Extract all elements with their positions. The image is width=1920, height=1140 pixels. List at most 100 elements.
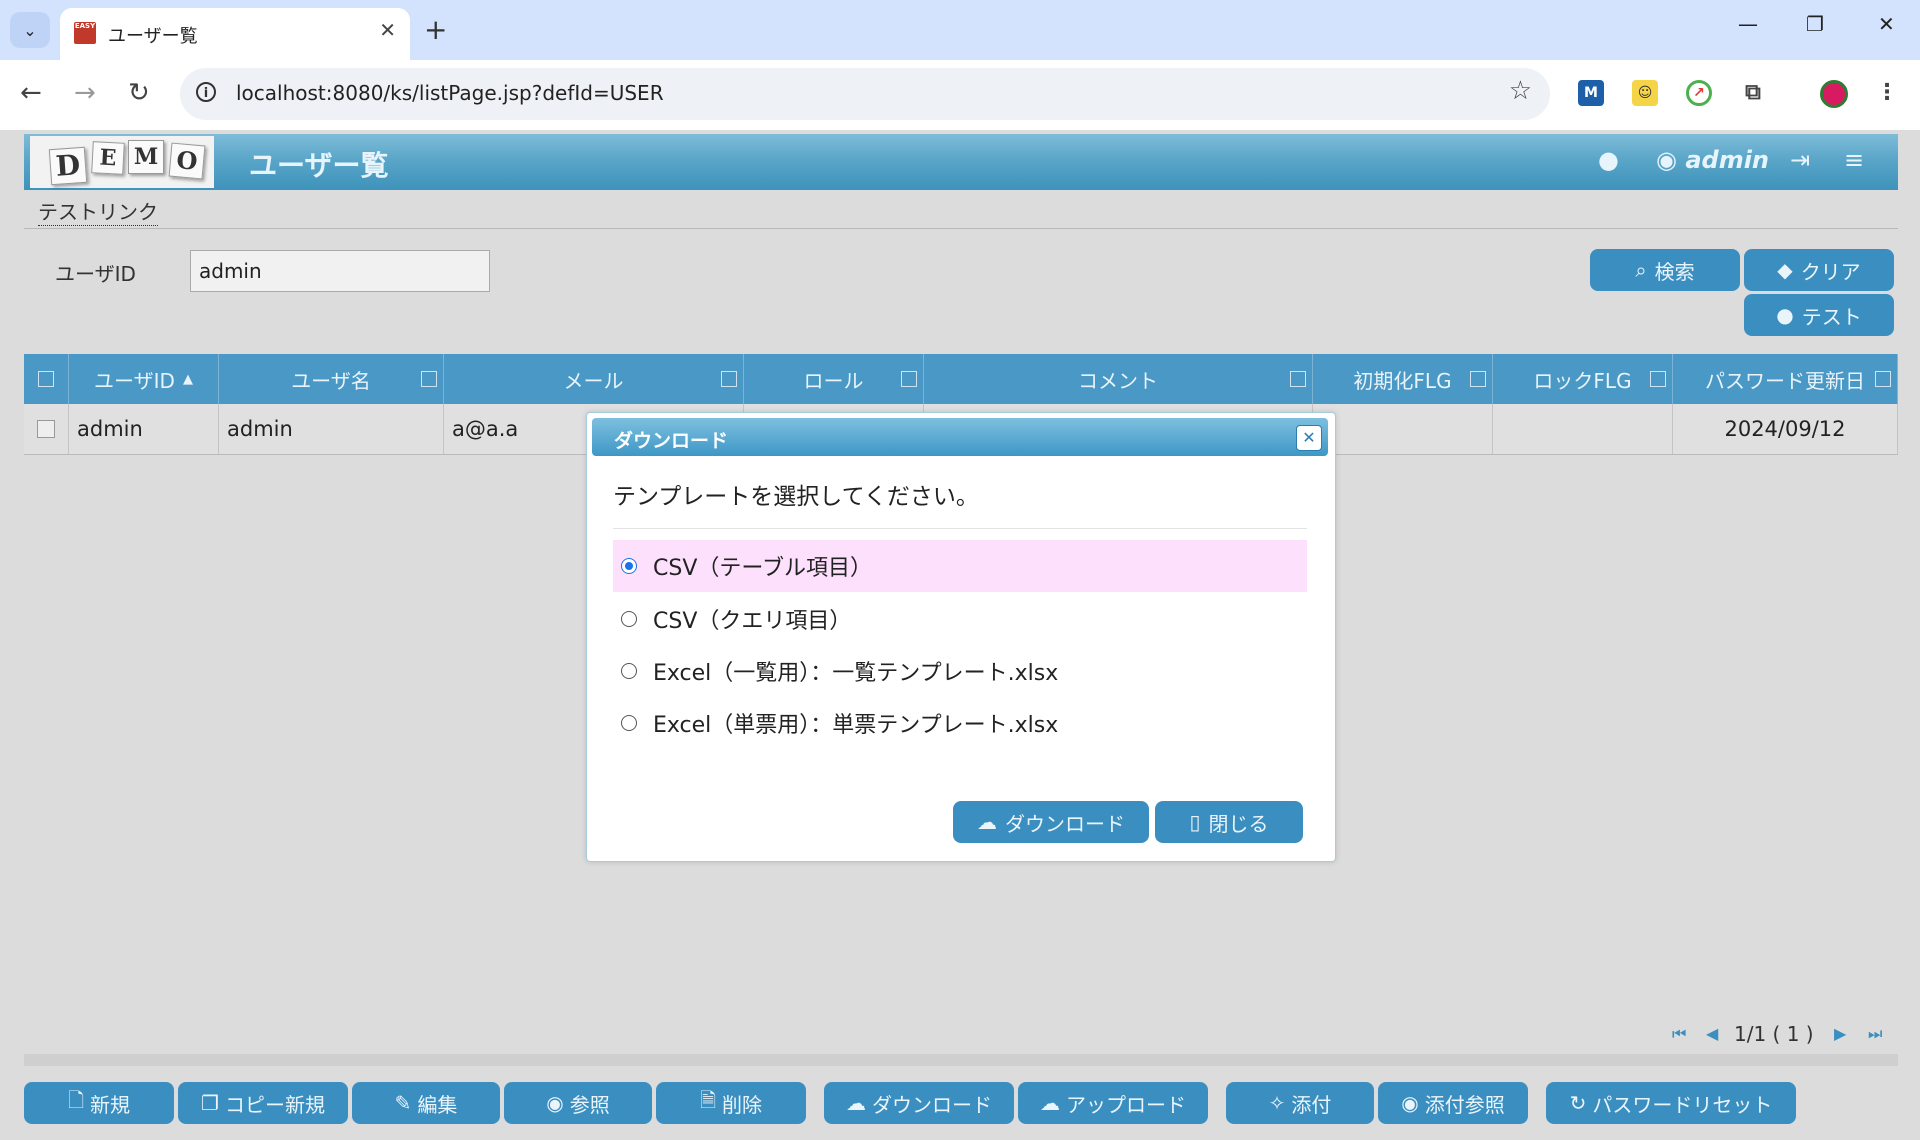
site-info-icon[interactable]: i	[196, 82, 216, 102]
copy-new-button[interactable]: ❐ コピー新規	[178, 1082, 348, 1124]
browser-tab[interactable]: EASY ユーザー覧 ✕	[60, 8, 410, 60]
password-reset-button[interactable]: ↻ パスワードリセット	[1546, 1082, 1796, 1124]
hamburger-menu-icon[interactable]: ≡	[1844, 146, 1864, 174]
door-icon: ▯	[1189, 810, 1201, 834]
next-page-icon[interactable]: ▶	[1834, 1024, 1846, 1043]
clear-button[interactable]: ◆ クリア	[1744, 249, 1894, 291]
template-option-excel-list[interactable]: Excel（一覧用）：一覧テンプレート.xlsx	[613, 645, 1307, 697]
new-tab-plus-icon[interactable]: +	[424, 12, 447, 48]
back-icon[interactable]: ←	[20, 78, 42, 108]
column-checkbox[interactable]	[901, 371, 917, 387]
tab-list-chevron-icon[interactable]: ⌄	[10, 12, 50, 48]
dialog-message: テンプレートを選択してください。	[613, 484, 979, 510]
extension-compass-icon[interactable]: ↗	[1686, 80, 1712, 106]
browser-toolbar: ← → ↻ i localhost:8080/ks/listPage.jsp?d…	[0, 60, 1920, 130]
copy-new-button-label: コピー新規	[224, 1092, 325, 1117]
cloud-upload-icon: ☁	[1040, 1091, 1060, 1115]
new-button[interactable]: 🗋 新規	[24, 1082, 174, 1124]
bookmark-star-icon[interactable]: ☆	[1509, 76, 1532, 106]
extension-m-icon[interactable]: M	[1578, 80, 1604, 106]
column-header-password-updated[interactable]: パスワード更新日	[1673, 354, 1898, 404]
column-label: 初期化FLG	[1353, 368, 1452, 393]
cell-init-flg	[1313, 404, 1493, 454]
reload-icon[interactable]: ↻	[128, 78, 150, 108]
column-header-lock-flg[interactable]: ロックFLG	[1493, 354, 1673, 404]
browser-tab-bar: ⌄ EASY ユーザー覧 ✕ + — ❐ ✕	[0, 0, 1920, 60]
horizontal-scrollbar[interactable]	[24, 1054, 1898, 1066]
dialog-download-button[interactable]: ☁ ダウンロード	[953, 801, 1149, 843]
user-menu[interactable]: ◉ admin	[1656, 146, 1769, 174]
dialog-title-bar[interactable]: ダウンロード ✕	[592, 418, 1328, 456]
extension-face-icon[interactable]: ☺	[1632, 80, 1658, 106]
logout-icon[interactable]: ⇥	[1790, 146, 1810, 174]
column-checkbox[interactable]	[1470, 371, 1486, 387]
column-header-init-flg[interactable]: 初期化FLG	[1313, 354, 1493, 404]
template-option-csv-table[interactable]: CSV（テーブル項目）	[613, 540, 1307, 592]
last-page-icon[interactable]: ⏭	[1868, 1024, 1882, 1044]
column-checkbox[interactable]	[1650, 371, 1666, 387]
search-button-label: 検索	[1654, 259, 1695, 284]
radio-button[interactable]	[621, 715, 637, 731]
attach-view-button-label: 添付参照	[1424, 1092, 1505, 1117]
column-checkbox[interactable]	[1290, 371, 1306, 387]
row-select-cell	[24, 404, 69, 454]
row-checkbox[interactable]	[37, 420, 55, 438]
template-option-excel-single[interactable]: Excel（単票用）：単票テンプレート.xlsx	[613, 697, 1307, 749]
download-button-label: ダウンロード	[872, 1092, 992, 1117]
cell-user-name: admin	[219, 404, 444, 454]
column-header-user-name[interactable]: ユーザ名	[219, 354, 444, 404]
download-button[interactable]: ☁ ダウンロード	[824, 1082, 1014, 1124]
column-header-mail[interactable]: メール	[444, 354, 744, 404]
column-header-user-id[interactable]: ユーザID ▲	[69, 354, 219, 404]
column-label: パスワード更新日	[1705, 368, 1865, 393]
logo-letter: D	[48, 146, 88, 186]
search-button[interactable]: ⌕ 検索	[1590, 249, 1740, 291]
forward-icon[interactable]: →	[74, 78, 96, 108]
column-label: ロックFLG	[1533, 368, 1632, 393]
user-id-input[interactable]: admin	[190, 250, 490, 292]
radio-button[interactable]	[621, 611, 637, 627]
radio-button[interactable]	[621, 558, 637, 574]
dialog-close-icon[interactable]: ✕	[1296, 425, 1322, 451]
edit-button-label: 編集	[417, 1092, 458, 1117]
first-page-icon[interactable]: ⏮	[1672, 1024, 1686, 1044]
delete-button[interactable]: 🗎 削除	[656, 1082, 806, 1124]
tab-close-icon[interactable]: ✕	[379, 18, 396, 42]
clear-button-label: クリア	[1800, 259, 1861, 284]
profile-avatar[interactable]	[1820, 80, 1848, 108]
upload-button-label: アップロード	[1066, 1092, 1186, 1117]
upload-button[interactable]: ☁ アップロード	[1018, 1082, 1208, 1124]
github-icon[interactable]: ●	[1598, 146, 1619, 174]
view-button[interactable]: ◉ 参照	[504, 1082, 652, 1124]
prev-page-icon[interactable]: ◀	[1706, 1024, 1718, 1043]
restore-icon[interactable]: ❐	[1806, 12, 1824, 36]
column-checkbox[interactable]	[421, 371, 437, 387]
column-header-role[interactable]: ロール	[744, 354, 924, 404]
delete-button-label: 削除	[722, 1092, 763, 1117]
column-header-comment[interactable]: コメント	[924, 354, 1313, 404]
column-checkbox[interactable]	[1875, 371, 1891, 387]
column-checkbox[interactable]	[721, 371, 737, 387]
option-label: CSV（クエリ項目）	[653, 609, 852, 634]
edit-button[interactable]: ✎ 編集	[352, 1082, 500, 1124]
minimize-icon[interactable]: —	[1738, 12, 1758, 36]
column-label: ユーザID	[94, 368, 175, 393]
select-all-checkbox[interactable]	[38, 371, 54, 387]
template-option-csv-query[interactable]: CSV（クエリ項目）	[613, 593, 1307, 645]
url-text[interactable]: localhost:8080/ks/listPage.jsp?defId=USE…	[236, 81, 664, 105]
option-label: Excel（一覧用）：一覧テンプレート.xlsx	[653, 661, 1059, 686]
table-header: ユーザID ▲ ユーザ名 メール ロール コメント 初期化FLG ロックFLG	[24, 354, 1898, 404]
extensions-puzzle-icon[interactable]: ⧉	[1740, 80, 1766, 106]
attach-button[interactable]: ✧ 添付	[1226, 1082, 1374, 1124]
refresh-icon: ↻	[1569, 1091, 1587, 1115]
browser-menu-icon[interactable]: ⋮	[1874, 80, 1900, 106]
page-title: ユーザー覧	[249, 149, 389, 182]
dialog-close-button[interactable]: ▯ 閉じる	[1155, 801, 1303, 843]
attach-view-button[interactable]: ◉ 添付参照	[1378, 1082, 1528, 1124]
window-close-icon[interactable]: ✕	[1878, 12, 1895, 36]
radio-button[interactable]	[621, 663, 637, 679]
address-bar[interactable]: i localhost:8080/ks/listPage.jsp?defId=U…	[180, 68, 1550, 120]
test-button[interactable]: ● テスト	[1744, 294, 1894, 336]
test-link[interactable]: テストリンク	[38, 196, 158, 226]
column-label: コメント	[1078, 368, 1158, 393]
